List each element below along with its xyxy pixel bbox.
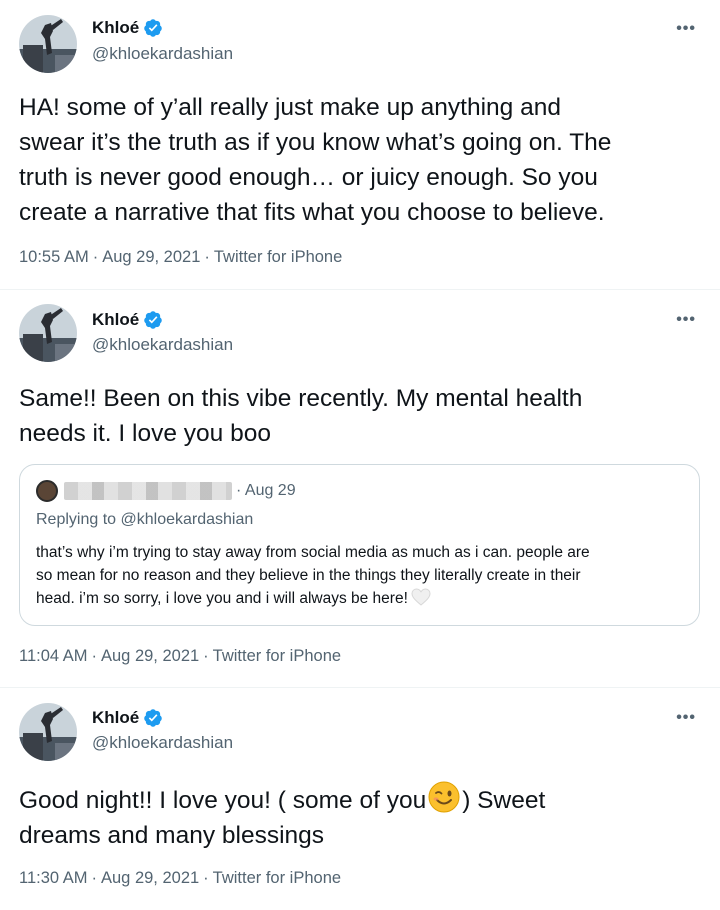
tweet-text-line: create a narrative that fits what you ch… <box>19 199 605 226</box>
author-row: Khloé <box>92 310 163 330</box>
tweet-text-segment: Good night!! I love you! ( some of you <box>19 787 427 814</box>
quoted-text-line: so mean for no reason and they believe i… <box>36 567 581 584</box>
author-handle[interactable]: @khloekardashian <box>92 335 233 355</box>
tweet-source[interactable]: Twitter for iPhone <box>213 869 341 887</box>
more-options-icon[interactable]: ••• <box>676 20 696 38</box>
tweet-text-line: Same!! Been on this vibe recently. My me… <box>19 385 583 412</box>
tweet-time[interactable]: 11:30 AM <box>19 869 88 887</box>
quoted-text-line-last: head. i’m so sorry, i love you and i wil… <box>36 590 408 607</box>
author-row: Khloé <box>92 708 163 728</box>
separator: · <box>203 647 209 665</box>
avatar[interactable] <box>19 703 77 761</box>
separator: · <box>91 647 98 665</box>
tweet-source[interactable]: Twitter for iPhone <box>213 647 341 665</box>
author-name[interactable]: Khloé <box>92 18 139 38</box>
tweet-1[interactable]: Khloé @khloekardashian ••• HA! some of y… <box>0 0 720 290</box>
tweet-text: Good night!! I love you! ( some of you ) … <box>19 781 709 853</box>
tweet-date[interactable]: Aug 29, 2021 <box>101 647 199 665</box>
tweet-feed: Khloé @khloekardashian ••• HA! some of y… <box>0 0 720 910</box>
tweet-text-line: needs it. I love you boo <box>19 420 271 447</box>
tweet-text-line: truth is never good enough… or juicy eno… <box>19 164 598 191</box>
tweet-2[interactable]: Khloé @khloekardashian ••• Same!! Been o… <box>0 290 720 688</box>
avatar[interactable] <box>19 15 77 73</box>
tweet-text-line: Good night!! I love you! ( some of you ) … <box>19 781 709 818</box>
quoted-tweet-text: that’s why i’m trying to stay away from … <box>36 541 688 610</box>
author-name[interactable]: Khloé <box>92 708 139 728</box>
verified-badge-icon <box>143 18 163 38</box>
tweet-text-line: swear it’s the truth as if you know what… <box>19 129 612 156</box>
author-name[interactable]: Khloé <box>92 310 139 330</box>
tweet-date[interactable]: Aug 29, 2021 <box>102 248 200 266</box>
more-options-icon[interactable]: ••• <box>676 311 696 329</box>
separator: · <box>91 869 98 887</box>
avatar[interactable] <box>36 480 58 502</box>
blurred-username <box>64 482 232 500</box>
white-heart-icon <box>411 588 431 606</box>
tweet-text: Same!! Been on this vibe recently. My me… <box>19 381 709 451</box>
tweet-text-segment: ) Sweet <box>462 787 546 814</box>
tweet-meta: 11:04 AM · Aug 29, 2021 · Twitter for iPhone <box>19 647 341 666</box>
tweet-meta: 11:30 AM · Aug 29, 2021 · Twitter for iPhone <box>19 869 341 888</box>
author-row: Khloé <box>92 18 163 38</box>
author-handle[interactable]: @khloekardashian <box>92 733 233 753</box>
separator: · <box>204 248 210 266</box>
quoted-tweet-date[interactable]: · Aug 29 <box>236 482 296 500</box>
avatar[interactable] <box>19 304 77 362</box>
verified-badge-icon <box>143 310 163 330</box>
tweet-source[interactable]: Twitter for iPhone <box>214 248 342 266</box>
author-handle[interactable]: @khloekardashian <box>92 44 233 64</box>
winking-face-icon <box>428 781 460 813</box>
tweet-meta: 10:55 AM · Aug 29, 2021 · Twitter for iPhone <box>19 248 342 267</box>
quoted-text-line: that’s why i’m trying to stay away from … <box>36 544 590 561</box>
tweet-text-line: HA! some of y’all really just make up an… <box>19 94 561 121</box>
tweet-date[interactable]: Aug 29, 2021 <box>101 869 199 887</box>
more-options-icon[interactable]: ••• <box>676 709 696 727</box>
separator: · <box>203 869 209 887</box>
tweet-text: HA! some of y’all really just make up an… <box>19 90 709 230</box>
replying-to-label: Replying to @khloekardashian <box>36 511 254 528</box>
tweet-text-line: dreams and many blessings <box>19 822 325 849</box>
quoted-tweet[interactable]: · Aug 29 Replying to @khloekardashian th… <box>19 464 700 626</box>
tweet-3[interactable]: Khloé @khloekardashian ••• Good night!! … <box>0 688 720 910</box>
quoted-text-line: head. i’m so sorry, i love you and i wil… <box>36 587 688 610</box>
quoted-tweet-header: · Aug 29 <box>36 480 296 502</box>
verified-badge-icon <box>143 708 163 728</box>
separator: · <box>92 248 99 266</box>
tweet-time[interactable]: 10:55 AM <box>19 248 89 266</box>
tweet-time[interactable]: 11:04 AM <box>19 647 88 665</box>
